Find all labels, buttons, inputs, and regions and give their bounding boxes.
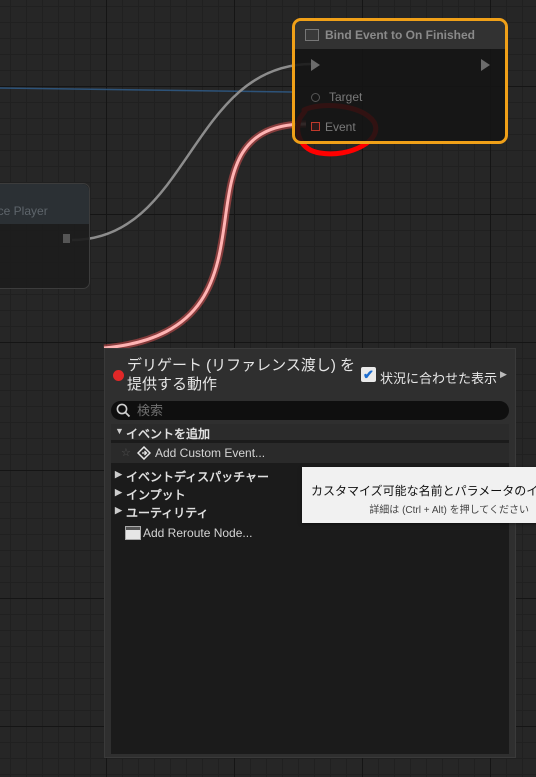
category-label: イベントディスパッチャー bbox=[126, 470, 270, 484]
checkmark-icon: ✔ bbox=[363, 367, 374, 382]
category-label: イベントを追加 bbox=[126, 427, 211, 441]
event-pin[interactable] bbox=[311, 122, 320, 131]
tooltip-hint: 詳細は (Ctrl + Alt) を押してください bbox=[369, 505, 529, 516]
delegate-pin-icon bbox=[113, 370, 124, 381]
chevron-right-icon[interactable]: ▶ bbox=[115, 469, 122, 480]
event-pin-label: Event bbox=[325, 120, 356, 134]
exec-out-pin[interactable] bbox=[481, 59, 490, 71]
chevron-right-icon[interactable]: ▶ bbox=[500, 369, 507, 380]
chevron-right-icon[interactable]: ▶ bbox=[115, 487, 122, 498]
menu-title: デリゲート (リファレンス渡し) を提供する動作 bbox=[127, 357, 356, 393]
context-sensitive-checkbox[interactable]: ✔ bbox=[361, 367, 376, 382]
bind-event-node[interactable]: Bind Event to On Finished Target Event bbox=[292, 18, 508, 144]
function-icon bbox=[305, 29, 319, 41]
item-label: Add Custom Event... bbox=[155, 446, 266, 460]
search-box bbox=[111, 401, 509, 420]
exec-wire bbox=[71, 62, 313, 242]
chevron-right-icon[interactable]: ▶ bbox=[115, 505, 122, 516]
exec-in-pin[interactable] bbox=[311, 59, 320, 71]
node-title: Bind Event to On Finished bbox=[325, 28, 475, 42]
event-diamond-icon bbox=[137, 446, 151, 460]
delegate-wire bbox=[103, 122, 307, 350]
blue-wire bbox=[0, 87, 293, 93]
chevron-down-icon[interactable]: ▼ bbox=[115, 426, 124, 436]
node-header: ace Player bbox=[0, 184, 89, 224]
tooltip: カスタマイズ可能な名前とパラメータのイベ 詳細は (Ctrl + Alt) を押… bbox=[302, 467, 536, 523]
context-sensitive-label[interactable]: 状況に合わせた表示 bbox=[380, 368, 497, 387]
action-menu: デリゲート (リファレンス渡し) を提供する動作 ✔ 状況に合わせた表示 ▶ ▼… bbox=[104, 348, 516, 758]
add-custom-event-item[interactable]: ☆ Add Custom Event... bbox=[111, 443, 509, 463]
search-input[interactable] bbox=[137, 402, 497, 419]
add-reroute-node-item[interactable]: Add Reroute Node... bbox=[111, 523, 509, 543]
tooltip-text: カスタマイズ可能な名前とパラメータのイベ bbox=[311, 484, 536, 498]
target-pin-label: Target bbox=[329, 90, 363, 104]
category-add-event[interactable]: ▼ イベントを追加 bbox=[111, 424, 509, 441]
node-title: ace Player bbox=[0, 204, 48, 218]
delegate-wire-glow bbox=[103, 120, 307, 352]
item-label: Add Reroute Node... bbox=[143, 526, 253, 540]
category-label: インプット bbox=[126, 488, 186, 502]
exec-out-pin[interactable] bbox=[63, 234, 70, 243]
star-icon[interactable]: ☆ bbox=[121, 446, 131, 459]
target-pin[interactable] bbox=[311, 93, 320, 102]
category-label: ユーティリティ bbox=[126, 506, 209, 520]
node-header: Bind Event to On Finished bbox=[295, 21, 505, 49]
play-node[interactable]: ace Player bbox=[0, 183, 90, 289]
reroute-node-icon bbox=[125, 526, 141, 540]
search-icon bbox=[116, 403, 131, 418]
